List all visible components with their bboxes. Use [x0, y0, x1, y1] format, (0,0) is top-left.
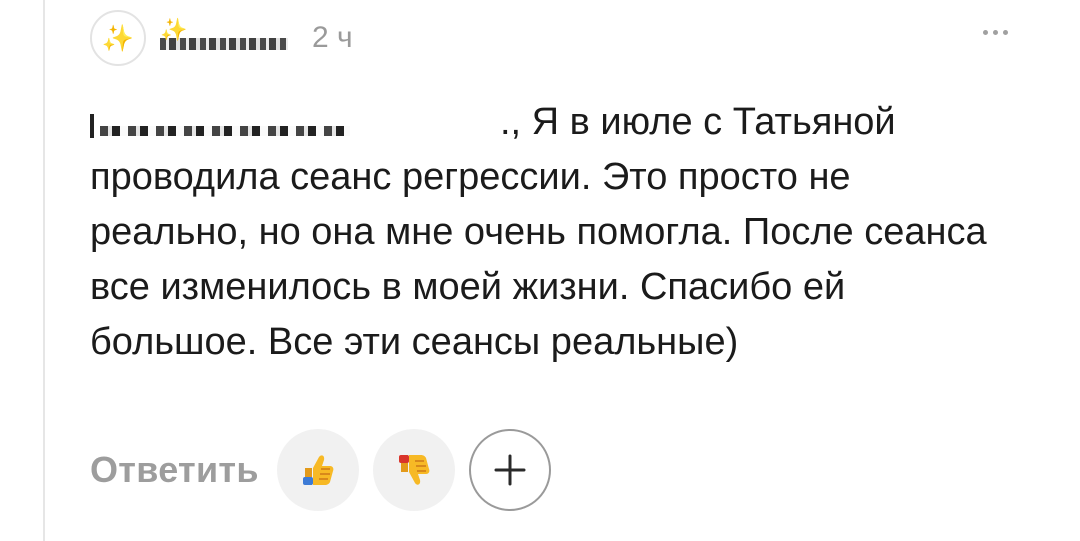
username-sparkles: ✨	[160, 17, 187, 43]
timestamp: 2 ч	[312, 21, 353, 54]
comment-body: ., Я в июле с Татьяной проводила сеанс р…	[90, 95, 990, 370]
avatar[interactable]: ✨	[90, 10, 146, 66]
comment-header: ✨ ✨ 2 ч	[90, 8, 353, 68]
more-options-icon[interactable]	[983, 30, 1008, 35]
thumbs-up-icon	[302, 455, 334, 485]
sparkle-emoji: ✨	[160, 17, 188, 42]
add-reaction-button[interactable]	[468, 429, 551, 511]
dislike-button[interactable]	[372, 429, 455, 511]
sparkles-emoji: ✨	[101, 22, 135, 53]
comment-actions: Ответить	[90, 429, 551, 511]
redacted-mention	[90, 108, 500, 138]
like-button[interactable]	[276, 429, 359, 511]
comment-text: ., Я в июле с Татьяной проводила сеанс р…	[90, 101, 987, 363]
thread-line	[43, 0, 45, 541]
reply-button[interactable]: Ответить	[90, 449, 259, 491]
thumbs-down-icon	[398, 455, 430, 485]
username[interactable]: ✨	[160, 17, 288, 53]
plus-icon	[494, 454, 526, 486]
